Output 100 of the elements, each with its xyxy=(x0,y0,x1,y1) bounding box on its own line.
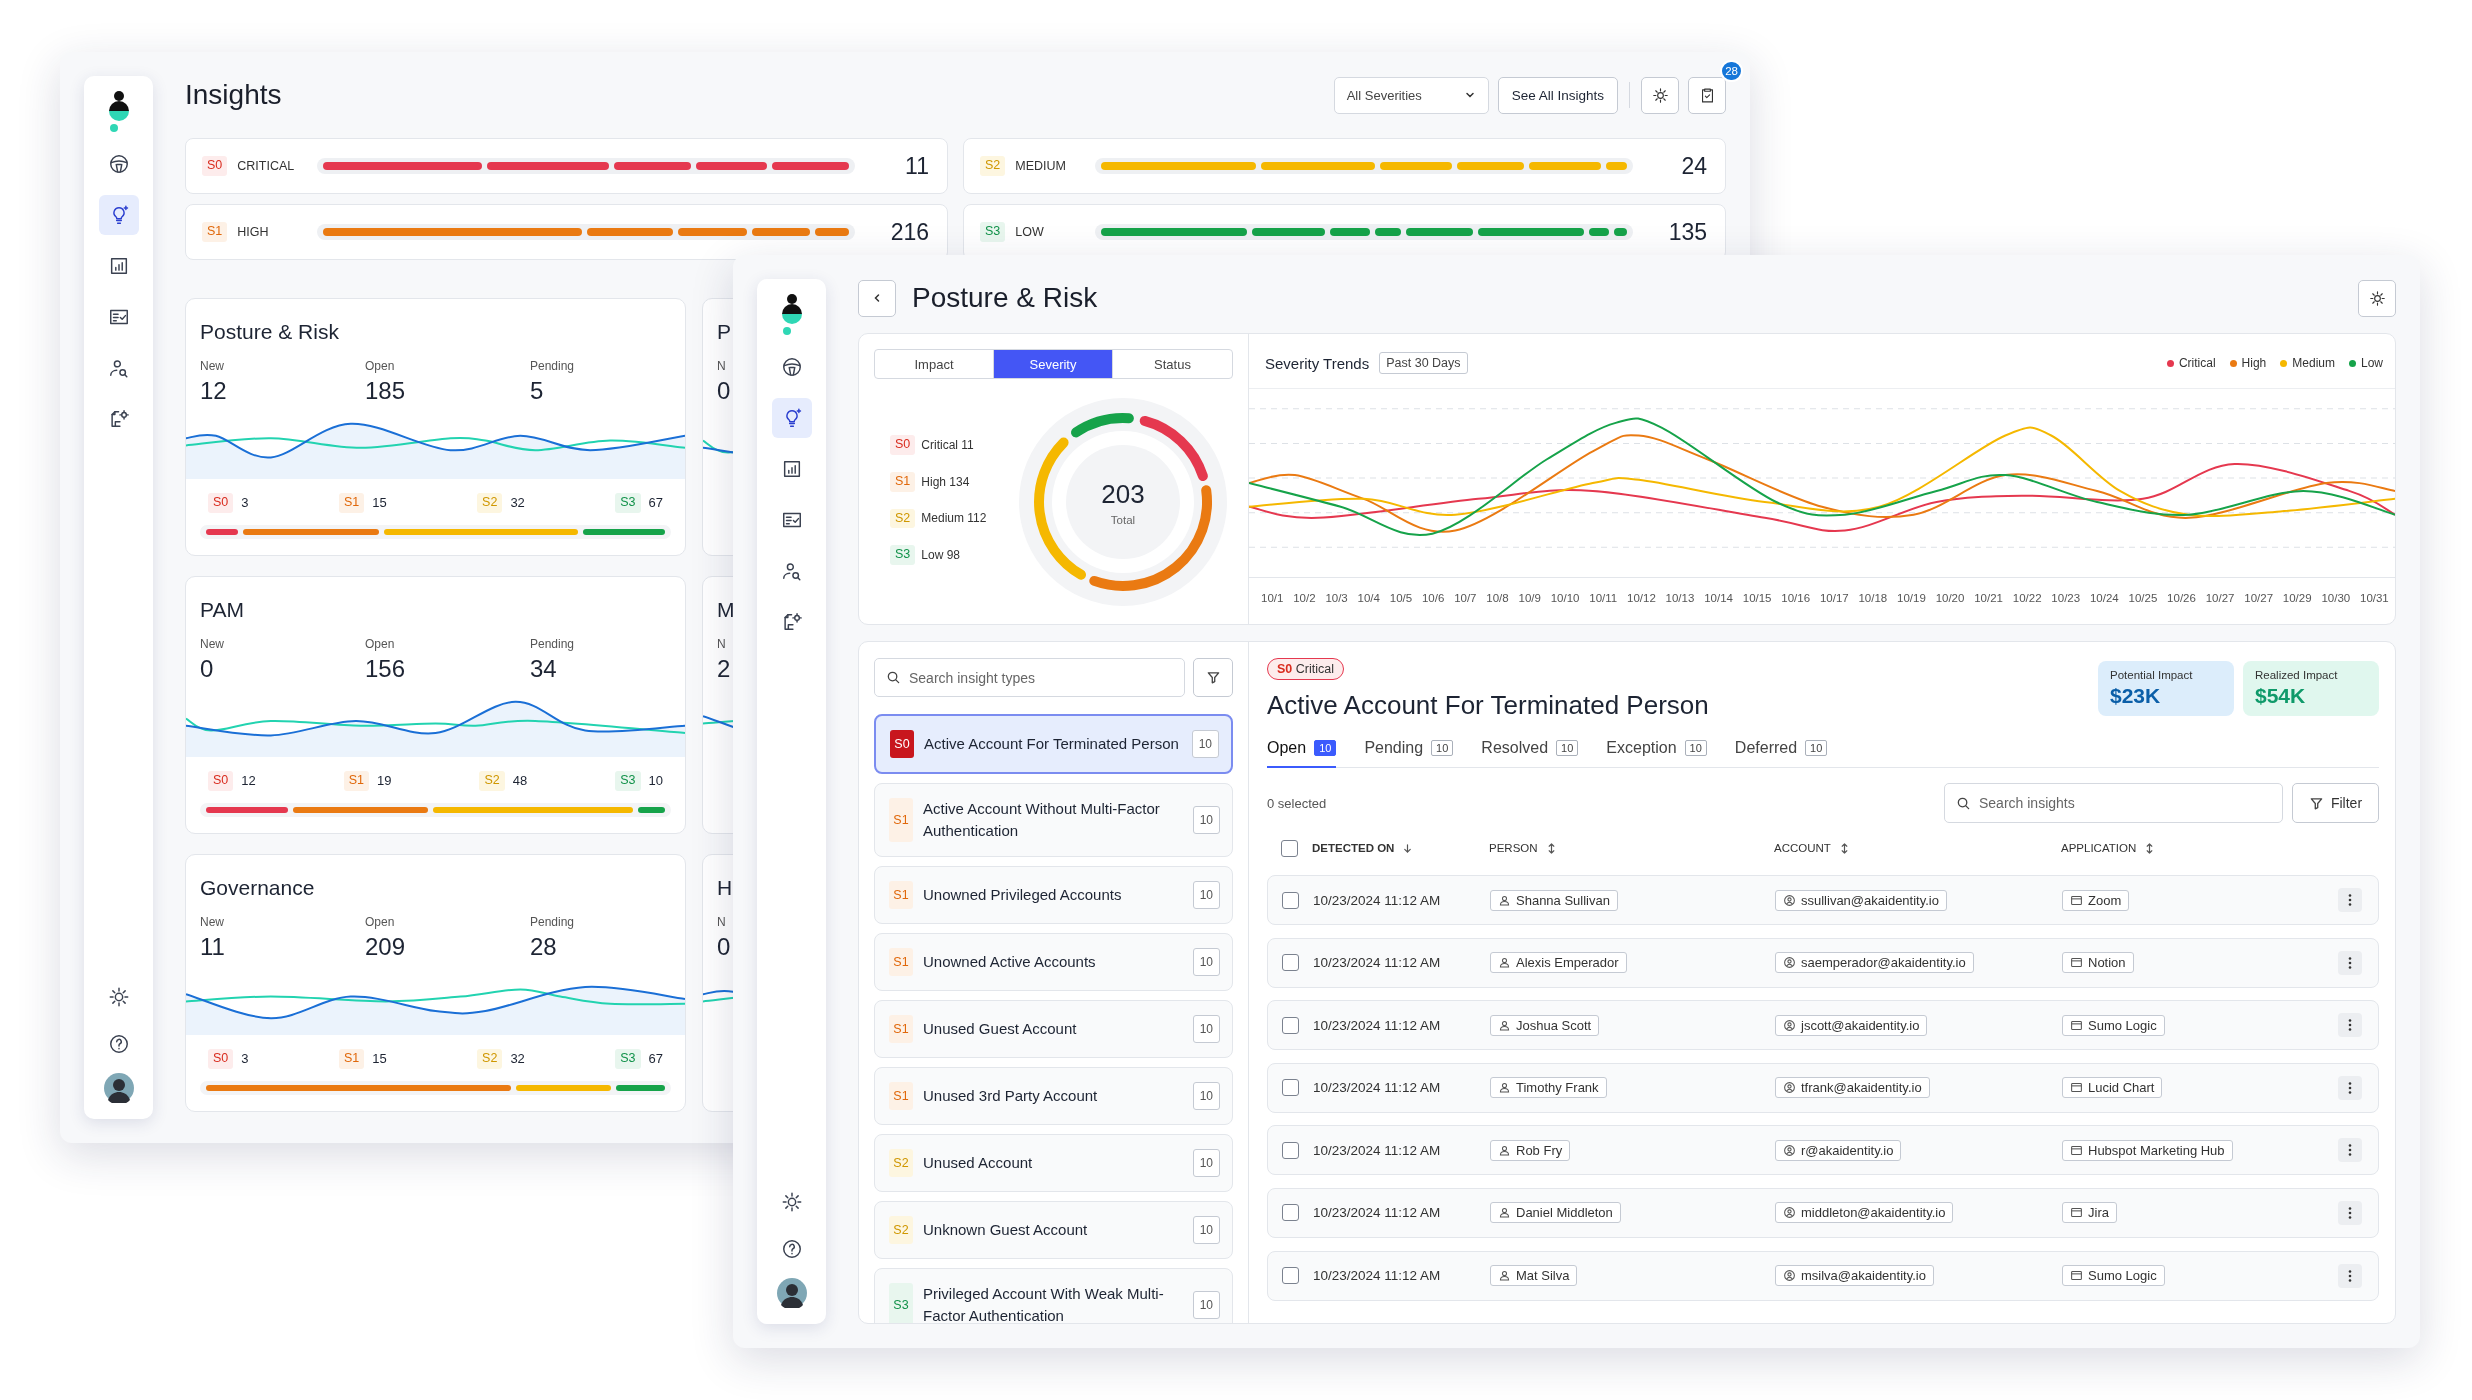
more-button[interactable] xyxy=(2338,1075,2362,1100)
more-button[interactable] xyxy=(2338,950,2362,975)
nav-button[interactable] xyxy=(771,398,812,438)
severity-dropdown[interactable]: All Severities xyxy=(1333,76,1489,114)
date-label: 10/1 xyxy=(1261,592,1284,604)
nav-button[interactable] xyxy=(98,195,139,235)
application-name: Sumo Logic xyxy=(2088,1268,2157,1284)
insight-list-tab[interactable]: Resolved 10 xyxy=(1481,739,1579,768)
insight-type-item[interactable]: S1 Unowned Privileged Accounts 10 xyxy=(874,866,1233,924)
row-checkbox[interactable] xyxy=(1282,1141,1299,1159)
table-row[interactable]: 10/23/2024 11:12 AM Shanna Sullivan ssullivan@akaidentity.io Zoom xyxy=(1267,875,2379,925)
user-search-icon xyxy=(107,357,130,379)
column-header[interactable]: DETECTED ON xyxy=(1312,842,1489,854)
insight-type-item[interactable]: S1 Unowned Active Accounts 10 xyxy=(874,933,1233,991)
insight-type-item[interactable]: S0 Active Account For Terminated Person 10 xyxy=(874,714,1233,774)
filter-button[interactable]: Filter xyxy=(2292,783,2379,823)
severity-tag: S0 Critical xyxy=(1267,658,1344,680)
kebab-icon xyxy=(2347,954,2353,971)
column-header[interactable]: APPLICATION xyxy=(2061,842,2339,854)
table-row[interactable]: 10/23/2024 11:12 AM Timothy Frank tfrank@akaidentity.io Lucid Chart xyxy=(1267,1062,2379,1113)
stat-value: 0 xyxy=(200,655,214,683)
severity-count: 67 xyxy=(648,495,663,511)
avatar[interactable] xyxy=(776,1278,807,1308)
settings-button[interactable] xyxy=(1641,76,1679,114)
search-field[interactable]: Search insights xyxy=(1944,783,2283,823)
insight-title: Active Account For Terminated Person xyxy=(1267,690,1709,721)
person-icon xyxy=(1498,1018,1511,1032)
table-cell-text: 10/23/2024 11:12 AM xyxy=(1313,892,1442,908)
account-name: jscott@akaidentity.io xyxy=(1801,1017,1920,1033)
table-row[interactable]: 10/23/2024 11:12 AM Daniel Middleton middleton@akaidentity.io Jira xyxy=(1267,1187,2379,1238)
more-button[interactable] xyxy=(2338,1138,2362,1163)
view-tab[interactable]: Status xyxy=(1113,350,1232,378)
impact-value: $23K xyxy=(2110,684,2162,708)
row-checkbox[interactable] xyxy=(1282,1204,1299,1222)
stat-label: Open xyxy=(365,915,395,929)
row-checkbox[interactable] xyxy=(1282,891,1299,909)
insight-type-item[interactable]: S1 Unused 3rd Party Account 10 xyxy=(874,1067,1233,1125)
insight-type-item[interactable]: S1 Active Account Without Multi-Factor Authentication 10 xyxy=(874,783,1233,857)
tasks-button[interactable] xyxy=(1688,76,1726,114)
application-name: Jira xyxy=(2088,1205,2109,1221)
row-checkbox[interactable] xyxy=(1282,954,1299,972)
severity-label: LOW xyxy=(1015,225,1045,239)
select-all-checkbox[interactable] xyxy=(1281,839,1298,857)
person-icon xyxy=(1498,1143,1511,1157)
more-button[interactable] xyxy=(2338,1013,2362,1038)
stat-value: 12 xyxy=(200,377,227,405)
date-label: 10/21 xyxy=(1974,592,2003,604)
table-row[interactable]: 10/23/2024 11:12 AM Rob Fry r@akaidentity.io Hubspot Marketing Hub xyxy=(1267,1125,2379,1176)
row-checkbox[interactable] xyxy=(1282,1267,1299,1285)
settings-button[interactable] xyxy=(2358,279,2396,317)
stat-value: 185 xyxy=(365,377,406,405)
account-name: ssullivan@akaidentity.io xyxy=(1801,892,1939,908)
column-header[interactable]: PERSON xyxy=(1489,842,1774,854)
column-header[interactable]: ACCOUNT xyxy=(1774,842,2061,854)
severity-badge: S2 xyxy=(477,493,503,513)
count-badge: 10 xyxy=(1314,740,1337,756)
severity-count: 3 xyxy=(241,495,249,511)
insight-type-item[interactable]: S3 Privileged Account With Weak Multi-Factor Authentication 10 xyxy=(874,1268,1233,1323)
application-name: Zoom xyxy=(2088,892,2122,908)
avatar[interactable] xyxy=(103,1073,134,1103)
severity-badge: S0 xyxy=(890,730,914,758)
table-row[interactable]: 10/23/2024 11:12 AM Joshua Scott jscott@akaidentity.io Sumo Logic xyxy=(1267,1000,2379,1051)
date-label: 10/27 xyxy=(2244,592,2274,604)
severity-count: 3 xyxy=(241,1051,249,1067)
see-all-button[interactable]: See All Insights xyxy=(1497,76,1618,114)
date-label: 10/23 xyxy=(2051,592,2081,604)
user-circle-icon xyxy=(1783,1269,1796,1283)
view-tab[interactable]: Severity xyxy=(994,350,1113,378)
date-label: 10/5 xyxy=(1389,592,1413,604)
severity-label: CRITICAL xyxy=(237,159,296,173)
insight-list-tab[interactable]: Pending 10 xyxy=(1364,739,1454,768)
insight-list-tab[interactable]: Deferred 10 xyxy=(1734,739,1828,768)
severity-badge: S1 xyxy=(889,1082,913,1110)
insight-type-item[interactable]: S2 Unknown Guest Account 10 xyxy=(874,1201,1233,1259)
chart-title: Severity Trends xyxy=(1265,354,1370,372)
stat-label: Open xyxy=(365,637,395,651)
filter-button[interactable] xyxy=(1193,658,1233,697)
severity-badge: S2 xyxy=(479,771,505,791)
row-checkbox[interactable] xyxy=(1282,1079,1299,1097)
more-button[interactable] xyxy=(2338,1200,2362,1225)
insight-list-tab[interactable]: Open 10 xyxy=(1267,739,1337,768)
insight-type-item[interactable]: S1 Unused Guest Account 10 xyxy=(874,1000,1233,1058)
window-icon xyxy=(2070,1269,2083,1283)
severity-count: 135 xyxy=(1667,219,1707,245)
date-label: 10/29 xyxy=(2282,592,2312,604)
insight-type-item[interactable]: S2 Unused Account 10 xyxy=(874,1134,1233,1192)
more-button[interactable] xyxy=(2338,1263,2362,1288)
table-row[interactable]: 10/23/2024 11:12 AM Mat Silva msilva@akaidentity.io Sumo Logic xyxy=(1267,1250,2379,1301)
search-field[interactable]: Search insight types xyxy=(874,658,1185,697)
table-row[interactable]: 10/23/2024 11:12 AM Alexis Emperador saemperador@akaidentity.io Notion xyxy=(1267,937,2379,988)
row-checkbox[interactable] xyxy=(1282,1016,1299,1034)
legend-label: Medium 112 xyxy=(921,511,987,526)
person-name: Rob Fry xyxy=(1516,1142,1563,1158)
more-button[interactable] xyxy=(2338,888,2362,912)
legend-label: High 134 xyxy=(921,474,970,489)
page-title: Posture & Risk xyxy=(912,282,1098,314)
severity-badge: S2 xyxy=(980,156,1006,176)
count-badge: 10 xyxy=(1684,740,1707,756)
user-circle-icon xyxy=(1783,1206,1796,1220)
insight-list-tab[interactable]: Exception 10 xyxy=(1606,739,1707,768)
